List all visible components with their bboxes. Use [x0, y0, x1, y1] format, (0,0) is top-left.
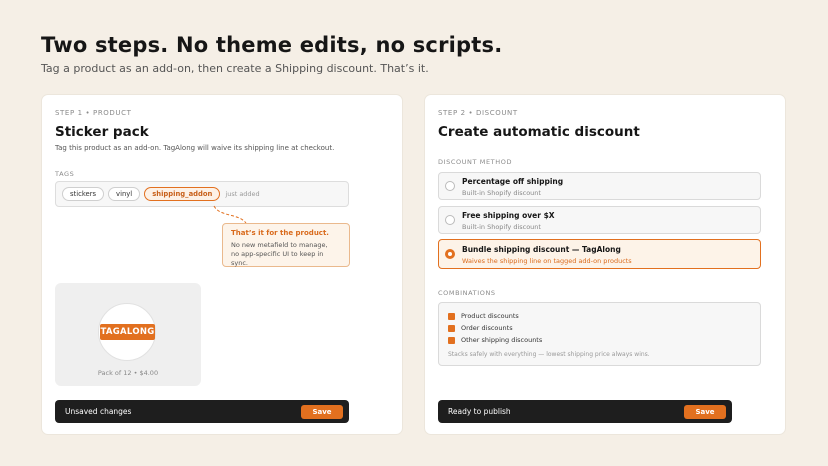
- option-percentage-off[interactable]: Percentage off shipping Built-in Shopify…: [438, 172, 761, 200]
- publish-bar-status: Ready to publish: [448, 407, 511, 416]
- publish-bar: Ready to publish Save: [438, 400, 732, 423]
- tagalong-logo: TAGALONG: [100, 324, 155, 340]
- discount-title: Create automatic discount: [438, 124, 640, 140]
- step-label: STEP 2 • DISCOUNT: [438, 109, 518, 117]
- combination-label: Order discounts: [461, 324, 513, 332]
- callout-text: no app-specific UI to keep in sync.: [231, 250, 324, 267]
- option-subtitle: Built-in Shopify discount: [462, 223, 541, 231]
- combinations-note: Stacks safely with everything — lowest s…: [448, 351, 650, 358]
- option-title: Free shipping over $X: [462, 211, 555, 220]
- checkbox-checked[interactable]: [448, 312, 455, 320]
- option-title: Percentage off shipping: [462, 177, 564, 186]
- option-bundle-shipping[interactable]: Bundle shipping discount — TagAlong Waiv…: [438, 239, 761, 269]
- product-preview: TAGALONG Pack of 12 • $4.00: [55, 283, 201, 386]
- product-title: Sticker pack: [55, 124, 149, 140]
- tag-chip-highlighted[interactable]: shipping_addon: [144, 187, 221, 201]
- combination-row[interactable]: Other shipping discounts: [448, 336, 542, 344]
- combination-label: Product discounts: [461, 312, 519, 320]
- combination-row[interactable]: Order discounts: [448, 324, 513, 332]
- callout-title: That’s it for the product.: [231, 229, 329, 237]
- option-free-shipping[interactable]: Free shipping over $X Built-in Shopify d…: [438, 206, 761, 234]
- page-headline: Two steps. No theme edits, no scripts.: [41, 33, 503, 57]
- just-added-hint: just added: [225, 190, 260, 198]
- callout-text: No new metafield to manage,: [231, 241, 328, 249]
- product-description: Tag this product as an add-on. TagAlong …: [55, 144, 335, 152]
- product-caption: Pack of 12 • $4.00: [97, 369, 159, 377]
- combinations-panel: Product discounts Order discounts Other …: [438, 302, 761, 366]
- checkbox-checked[interactable]: [448, 336, 455, 344]
- step-label: STEP 1 • PRODUCT: [55, 109, 132, 117]
- combination-label: Other shipping discounts: [461, 336, 543, 344]
- tag-chip[interactable]: stickers: [62, 187, 105, 201]
- save-button[interactable]: Save: [684, 404, 726, 419]
- option-title: Bundle shipping discount — TagAlong: [462, 245, 621, 254]
- page-subtitle: Tag a product as an add-on, then create …: [41, 62, 429, 75]
- tags-input[interactable]: stickers vinyl shipping_addon just added: [55, 181, 349, 207]
- radio-button-selected[interactable]: [445, 249, 455, 259]
- radio-button[interactable]: [445, 181, 455, 191]
- checkbox-checked[interactable]: [448, 324, 455, 332]
- save-bar-status: Unsaved changes: [65, 407, 132, 416]
- save-button[interactable]: Save: [301, 404, 343, 419]
- product-card: STEP 1 • PRODUCT Sticker pack Tag this p…: [41, 94, 403, 435]
- callout-tooltip: That’s it for the product. No new metafi…: [222, 223, 350, 267]
- tag-chip[interactable]: vinyl: [108, 187, 141, 201]
- combinations-label: COMBINATIONS: [438, 289, 496, 297]
- discount-card: STEP 2 • DISCOUNT Create automatic disco…: [424, 94, 786, 435]
- discount-method-label: DISCOUNT METHOD: [438, 158, 513, 166]
- tags-label: TAGS: [55, 170, 75, 178]
- option-subtitle: Waives the shipping line on tagged add-o…: [462, 257, 632, 265]
- save-bar: Unsaved changes Save: [55, 400, 349, 423]
- option-subtitle: Built-in Shopify discount: [462, 189, 541, 197]
- radio-button[interactable]: [445, 215, 455, 225]
- combination-row[interactable]: Product discounts: [448, 312, 519, 320]
